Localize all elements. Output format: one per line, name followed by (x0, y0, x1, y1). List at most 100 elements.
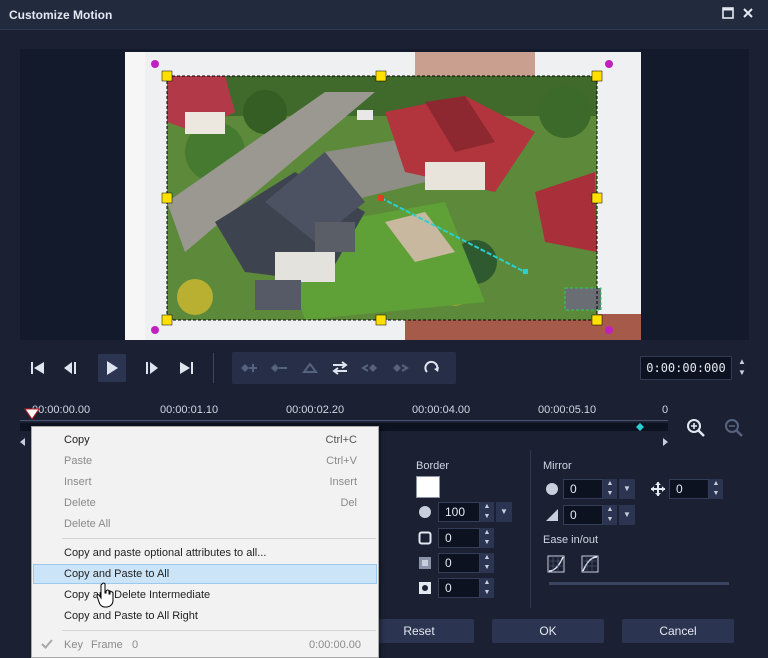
move-icon (651, 482, 665, 496)
frame-label: Frame (91, 639, 123, 651)
menu-item-label: Copy and Paste to All (64, 568, 170, 580)
close-icon[interactable] (740, 6, 756, 22)
zoom-in-icon[interactable] (684, 416, 708, 440)
ease-in-icon[interactable] (547, 555, 565, 573)
scroll-left-icon[interactable] (20, 438, 26, 446)
mirror-offset-field[interactable]: 0 (669, 479, 709, 499)
play-icon[interactable] (98, 354, 126, 382)
menu-item-paste[interactable]: Paste Ctrl+V (33, 451, 377, 471)
menu-item-insert[interactable]: Insert Insert (33, 472, 377, 492)
menu-item-label: Delete All (64, 518, 111, 530)
border-color-swatch[interactable] (416, 476, 440, 498)
border-size-field[interactable]: 0 (438, 528, 480, 548)
cancel-button[interactable]: Cancel (622, 619, 734, 643)
border-shadow-field[interactable]: 0 (438, 578, 480, 598)
ok-button[interactable]: OK (492, 619, 604, 643)
border-blur-spinner[interactable]: ▲ ▼ (480, 553, 494, 573)
go-to-start-icon[interactable] (24, 354, 52, 382)
opacity-icon (418, 505, 432, 519)
mirror-fade-field[interactable]: 0 (563, 505, 603, 525)
border-panel: Border 100 ▲ ▼ ▼ 0 ▲ ▼ 0 ▲ ▼ 0 ▲ ▼ (410, 450, 520, 608)
menu-item-shortcut: Insert (329, 476, 357, 488)
tick-label: 00:00:00.00 (32, 404, 91, 416)
move-keyframe-left-icon[interactable] (356, 354, 384, 382)
menu-item-label: Paste (64, 455, 93, 467)
playhead-icon[interactable] (24, 406, 40, 422)
menu-item-label: Insert (64, 476, 92, 488)
tick-label: 00:00:05.10 (538, 404, 597, 416)
hand-cursor-icon (96, 582, 114, 608)
menu-item-label: Copy and paste optional attributes to al… (64, 547, 267, 559)
mirror-title: Mirror (543, 460, 572, 472)
maximize-icon[interactable] (720, 6, 736, 22)
zoom-out-icon[interactable] (722, 416, 746, 440)
menu-item-delete-all[interactable]: Delete All (33, 514, 377, 534)
menu-item-copy-delete-intermediate[interactable]: Copy and Delete Intermediate (33, 585, 377, 605)
mirror-value-dropdown[interactable]: ▼ (619, 479, 635, 499)
key-time: 0:00:00.00 (309, 639, 361, 651)
border-size-spinner[interactable]: ▲ ▼ (480, 528, 494, 548)
menu-item-label: Delete (64, 497, 96, 509)
check-icon (41, 639, 53, 649)
tick-label: 00:00:01.10 (160, 404, 219, 416)
key-label: Key (64, 639, 83, 651)
context-menu: Copy Ctrl+C Paste Ctrl+V Insert Insert D… (31, 426, 379, 658)
swap-icon[interactable] (326, 354, 354, 382)
add-keyframe-icon[interactable] (236, 354, 264, 382)
reverse-path-icon[interactable] (296, 354, 324, 382)
title-bar: Customize Motion (0, 0, 768, 30)
border-shadow-icon (418, 581, 432, 595)
mirror-offset-spinner[interactable]: ▲ ▼ (709, 479, 723, 499)
loop-keyframe-icon[interactable] (418, 354, 446, 382)
transport-bar: 0:00:00:000 ▲ ▼ (20, 350, 749, 386)
window-title: Customize Motion (9, 8, 113, 22)
menu-item-label: Copy and Delete Intermediate (64, 589, 211, 601)
go-to-end-icon[interactable] (172, 354, 200, 382)
menu-key-row[interactable]: Key Frame 0 0:00:00.00 (33, 634, 377, 656)
mirror-value-spinner[interactable]: ▲ ▼ (603, 479, 617, 499)
menu-item-label: Copy (64, 434, 90, 446)
keyframe-marker-icon[interactable] (636, 423, 644, 431)
border-opacity-dropdown[interactable]: ▼ (496, 502, 512, 522)
menu-item-copy-paste-optional[interactable]: Copy and paste optional attributes to al… (33, 543, 377, 563)
move-keyframe-right-icon[interactable] (386, 354, 414, 382)
timecode-display[interactable]: 0:00:00:000 (640, 356, 732, 380)
timecode-spinner[interactable]: ▲ ▼ (736, 356, 748, 380)
mirror-opacity-icon (545, 482, 559, 496)
tick-label: 00:00:02.20 (286, 404, 345, 416)
next-frame-icon[interactable] (138, 354, 166, 382)
scroll-right-icon[interactable] (662, 438, 668, 446)
border-shadow-spinner[interactable]: ▲ ▼ (480, 578, 494, 598)
frame-value: 0 (132, 639, 139, 651)
ruler-line (20, 420, 668, 421)
border-blur-field[interactable]: 0 (438, 553, 480, 573)
reset-button[interactable]: Reset (364, 619, 474, 643)
menu-item-shortcut: Ctrl+C (325, 434, 357, 446)
menu-separator (62, 630, 376, 631)
border-size-icon (418, 531, 432, 545)
mirror-fade-dropdown[interactable]: ▼ (619, 505, 635, 525)
border-opacity-spinner[interactable]: ▲ ▼ (480, 502, 494, 522)
fade-icon (545, 508, 559, 522)
border-opacity-field[interactable]: 100 (438, 502, 480, 522)
menu-item-delete[interactable]: Delete Del (33, 493, 377, 513)
mirror-value-field[interactable]: 0 (563, 479, 603, 499)
menu-item-copy-paste-all-right[interactable]: Copy and Paste to All Right (33, 606, 377, 626)
ease-slider-track[interactable] (549, 582, 729, 585)
tick-label: 0 (662, 404, 669, 416)
tick-label: 00:00:04.00 (412, 404, 471, 416)
keyframe-toolbar (232, 352, 456, 384)
preview-image[interactable] (125, 52, 641, 340)
menu-item-copy[interactable]: Copy Ctrl+C (33, 430, 377, 450)
ease-title: Ease in/out (543, 534, 599, 546)
menu-separator (62, 538, 376, 539)
menu-item-copy-paste-all[interactable]: Copy and Paste to All (33, 564, 377, 584)
border-title: Border (416, 460, 450, 472)
previous-frame-icon[interactable] (56, 354, 84, 382)
border-blur-icon (418, 556, 432, 570)
mirror-fade-spinner[interactable]: ▲ ▼ (603, 505, 617, 525)
ease-out-icon[interactable] (581, 555, 599, 573)
menu-item-label: Copy and Paste to All Right (64, 610, 198, 622)
remove-keyframe-icon[interactable] (266, 354, 294, 382)
transport-separator (213, 353, 214, 383)
